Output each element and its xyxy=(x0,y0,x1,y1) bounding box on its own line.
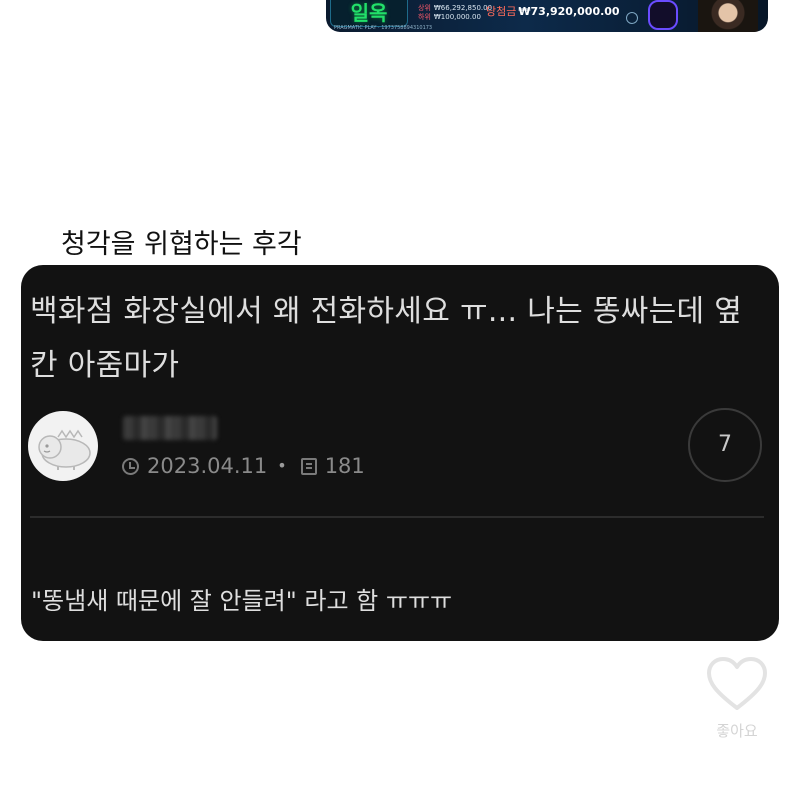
mini-line2-value: ₩100,000.00 xyxy=(433,13,481,21)
post-meta: 2023.04.11 • 181 xyxy=(122,451,365,481)
avatar xyxy=(28,411,98,481)
mini-line1-value: ₩66,292,850.00 xyxy=(433,4,493,12)
game-ad-banner[interactable]: 일옥 PRAGMATIC PLAY · 1973758894310173 상위 ₩… xyxy=(326,0,768,32)
post-body: "똥냄새 때문에 잘 안들려" 라고 함 ㅠㅠㅠ xyxy=(31,587,453,615)
jackpot-label: 당첨금 xyxy=(486,5,517,18)
mini-line2-label: 하위 xyxy=(418,13,431,21)
banner-jackpot: 당첨금 ₩73,920,000.00 xyxy=(486,3,620,19)
like-label: 좋아요 xyxy=(716,722,758,740)
banner-logo: 일옥 xyxy=(330,0,408,27)
banner-mini-jackpots: 상위 ₩66,292,850.00 하위 ₩100,000.00 xyxy=(418,4,492,22)
screenshot-card: 백화점 화장실에서 왜 전화하세요 ㅠ... 나는 똥싸는데 옆칸 아줌마가 2… xyxy=(21,265,779,641)
post-date: 2023.04.11 xyxy=(147,454,268,478)
divider xyxy=(30,516,764,518)
views-icon xyxy=(300,457,317,475)
dinosaur-avatar-icon xyxy=(38,429,91,470)
mini-line1-label: 상위 xyxy=(418,4,431,12)
jackpot-value: ₩73,920,000.00 xyxy=(518,5,620,18)
banner-circle-icon xyxy=(626,12,638,24)
heart-icon xyxy=(707,657,767,710)
banner-character-image xyxy=(698,0,758,32)
meta-separator: • xyxy=(277,456,287,475)
banner-badge-icon xyxy=(648,0,678,30)
banner-sub-text: PRAGMATIC PLAY · 1973758894310173 xyxy=(334,25,433,31)
post-caption: 청각을 위협하는 후각 xyxy=(61,229,302,260)
clock-icon xyxy=(122,457,139,475)
post-title: 백화점 화장실에서 왜 전화하세요 ㅠ... 나는 똥싸는데 옆칸 아줌마가 xyxy=(30,294,743,383)
like-button[interactable]: 좋아요 xyxy=(702,656,772,766)
author-name-blurred xyxy=(123,416,217,440)
post-views: 181 xyxy=(324,454,365,478)
comment-count-button[interactable]: 7 xyxy=(688,408,762,482)
